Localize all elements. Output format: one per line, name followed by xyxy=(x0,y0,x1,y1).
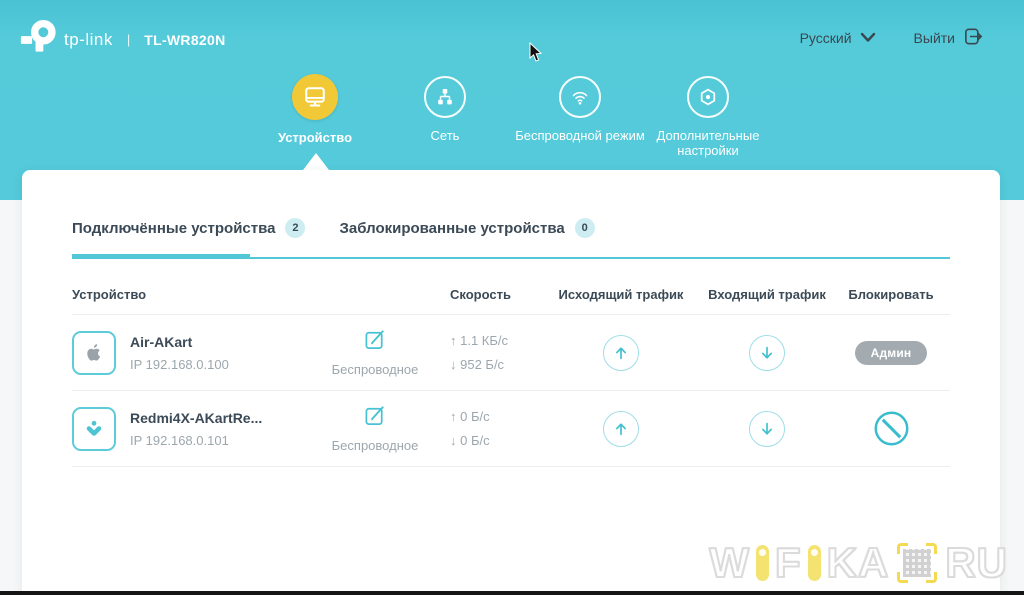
watermark-letter: W xyxy=(709,539,750,587)
logout-icon xyxy=(963,26,984,50)
gear-icon xyxy=(687,76,729,118)
nav-item-devices[interactable]: Устройство xyxy=(255,74,375,145)
nav-item-network[interactable]: Сеть xyxy=(390,74,500,143)
wifi-icon xyxy=(559,76,601,118)
nav-label-advanced: Дополнительные настройки xyxy=(625,128,791,158)
table-row-redmi: Redmi4X-AKartRe... IP 192.168.0.101 Бесп… xyxy=(72,391,950,466)
arrow-down-icon xyxy=(757,343,777,363)
device-name: Air-AKart xyxy=(130,334,229,350)
upload-speed: ↑ 0 Б/с xyxy=(450,405,545,429)
table-row-air-akart: Air-AKart IP 192.168.0.100 Беспроводное … xyxy=(72,315,950,390)
brand-separator: | xyxy=(127,32,130,47)
col-header-outgoing: Исходящий трафик xyxy=(545,287,697,302)
tab-connected-devices[interactable]: Подключённые устройства 2 xyxy=(72,218,305,238)
tp-link-logo-icon xyxy=(20,18,58,61)
logout-button[interactable]: Выйти xyxy=(914,26,984,50)
brand-area: tp-link | TL-WR820N xyxy=(20,18,226,61)
arrow-up-icon xyxy=(611,419,631,439)
connected-count-badge: 2 xyxy=(285,218,305,238)
main-panel: Подключённые устройства 2 Заблокированны… xyxy=(22,170,1000,595)
tab-connected-label: Подключённые устройства xyxy=(72,220,275,237)
upload-speed: ↑ 1.1 КБ/с xyxy=(450,329,545,353)
watermark-i-mark xyxy=(808,545,821,581)
tab-blocked-devices[interactable]: Заблокированные устройства 0 xyxy=(339,218,594,238)
arrow-down-icon xyxy=(757,419,777,439)
qr-code-icon xyxy=(897,543,937,583)
apple-icon xyxy=(72,331,116,375)
nav-label-network: Сеть xyxy=(390,128,500,143)
connection-type: Беспроводное xyxy=(332,362,419,377)
language-label: Русский xyxy=(800,30,852,46)
connection-type: Беспроводное xyxy=(332,438,419,453)
edit-device-icon[interactable] xyxy=(364,404,387,427)
phone-user-icon xyxy=(72,407,116,451)
watermark-letter: RU xyxy=(945,539,1008,587)
chevron-down-icon xyxy=(860,30,876,46)
watermark-letter: F xyxy=(775,539,802,587)
device-model: TL-WR820N xyxy=(144,32,225,48)
col-header-device: Устройство xyxy=(72,287,300,302)
wifika-ru-watermark: W F KA RU xyxy=(709,539,1008,587)
active-tab-pointer xyxy=(303,153,329,170)
col-header-block: Блокировать xyxy=(837,287,945,302)
download-speed: ↓ 952 Б/с xyxy=(450,353,545,377)
nav-item-advanced[interactable]: Дополнительные настройки xyxy=(625,74,791,158)
watermark-i-mark xyxy=(756,545,769,581)
admin-status-badge: Админ xyxy=(855,341,928,365)
watermark-letter: KA xyxy=(827,539,890,587)
tab-underline xyxy=(72,254,950,259)
window-bottom-edge xyxy=(0,591,1024,595)
tab-blocked-label: Заблокированные устройства xyxy=(339,220,564,237)
language-selector[interactable]: Русский xyxy=(800,30,876,46)
mouse-cursor xyxy=(529,42,544,68)
device-tabs: Подключённые устройства 2 Заблокированны… xyxy=(72,170,950,238)
monitor-icon xyxy=(292,74,338,120)
network-icon xyxy=(424,76,466,118)
col-header-incoming: Входящий трафик xyxy=(697,287,837,302)
brand-name: tp-link xyxy=(64,30,113,50)
active-tab-indicator xyxy=(72,254,250,259)
download-speed: ↓ 0 Б/с xyxy=(450,429,545,453)
device-ip: IP 192.168.0.100 xyxy=(130,357,229,372)
blocked-count-badge: 0 xyxy=(575,218,595,238)
divider xyxy=(72,466,950,467)
outgoing-traffic-button[interactable] xyxy=(603,411,639,447)
incoming-traffic-button[interactable] xyxy=(749,335,785,371)
nav-label-devices: Устройство xyxy=(255,130,375,145)
logout-label: Выйти xyxy=(914,30,955,46)
outgoing-traffic-button[interactable] xyxy=(603,335,639,371)
table-header-row: Устройство Скорость Исходящий трафик Вхо… xyxy=(72,287,950,302)
edit-device-icon[interactable] xyxy=(364,328,387,351)
block-device-icon[interactable] xyxy=(873,410,910,447)
device-ip: IP 192.168.0.101 xyxy=(130,433,262,448)
arrow-up-icon xyxy=(611,343,631,363)
col-header-speed: Скорость xyxy=(450,287,545,302)
incoming-traffic-button[interactable] xyxy=(749,411,785,447)
device-name: Redmi4X-AKartRe... xyxy=(130,410,262,426)
